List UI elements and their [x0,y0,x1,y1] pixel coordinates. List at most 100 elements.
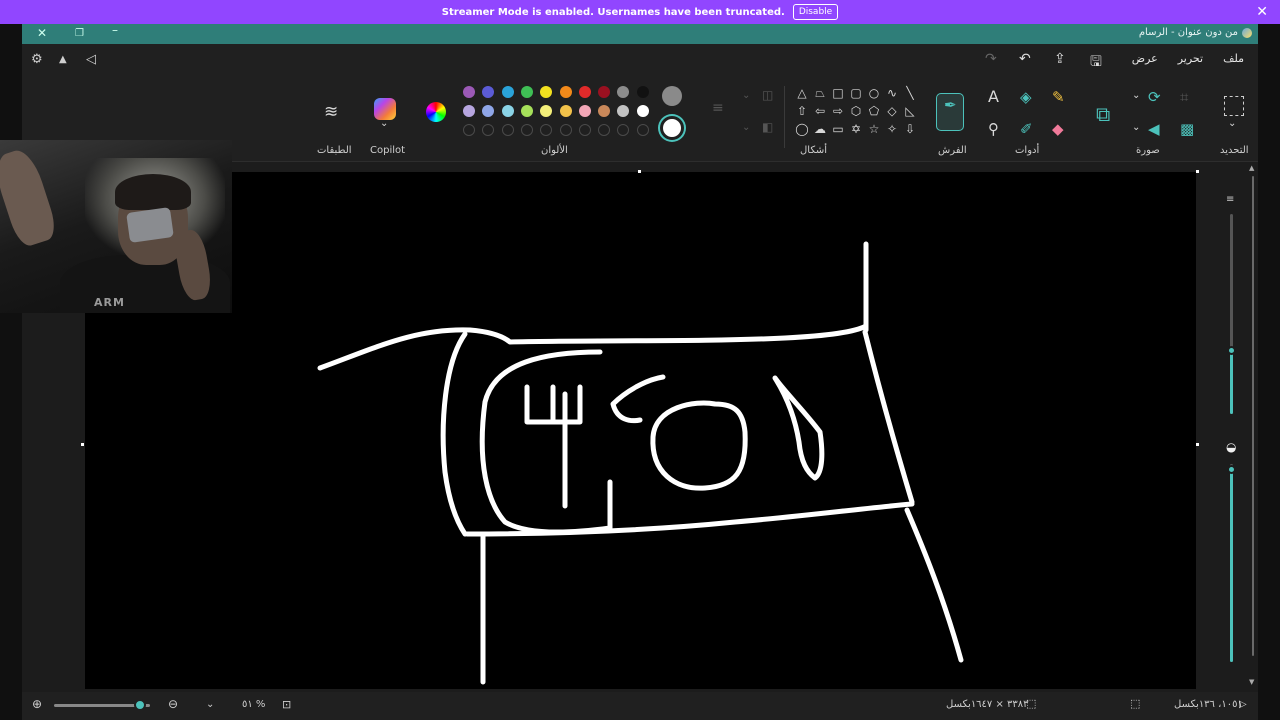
eraser-icon[interactable]: ◆ [1052,120,1064,138]
save-icon[interactable]: 🖫 [1090,51,1102,75]
window-restore-icon[interactable]: ❐ [75,28,84,39]
brush-size-icon[interactable]: ≡ [712,100,724,116]
disable-streamer-mode-button[interactable]: Disable [792,4,839,20]
palette-swatch-row2-5[interactable] [540,105,553,117]
palette-swatch-row1-10[interactable] [636,86,649,98]
resize-handle-left[interactable] [81,443,84,446]
copilot-icon[interactable] [374,98,396,120]
zoom-out-icon[interactable]: ⊖ [168,697,178,711]
custom-color-slot-2[interactable] [482,124,495,136]
shape-arrow-left-icon[interactable]: ⇦ [811,102,829,120]
fill-bucket-icon[interactable]: ◈ [1020,88,1032,106]
shape-diamond-icon[interactable]: ◇ [883,102,901,120]
edit-colors-icon[interactable] [426,102,446,122]
shape-circle-callout-icon[interactable]: ◯ [793,120,811,138]
palette-swatch-row2-8[interactable] [598,105,611,117]
shape-oval-icon[interactable]: ○ [865,84,883,102]
shape-star6-icon[interactable]: ✡ [847,120,865,138]
menu-file[interactable]: ملف [1223,52,1244,65]
shape-rectangle-icon[interactable]: □ [829,84,847,102]
shape-outline-chevron-icon[interactable]: ⌄ [742,90,750,101]
resize-handle-top[interactable] [638,170,641,173]
shape-polygon-icon[interactable]: ⏢ [811,84,829,102]
shape-arrow-up-icon[interactable]: ⇧ [793,102,811,120]
banner-close-icon[interactable]: ✕ [1256,4,1268,20]
feedback-icon[interactable]: ◁ [86,52,96,67]
shape-triangle-icon[interactable]: △ [793,84,811,102]
shape-arrow-right-icon[interactable]: ⇨ [829,102,847,120]
flip-icon[interactable]: ◀ [1148,120,1160,138]
rotate-icon[interactable]: ⟳ [1148,88,1161,106]
palette-swatch-row1-9[interactable] [617,86,630,98]
pencil-icon[interactable]: ✎ [1052,88,1065,106]
palette-swatch-row2-7[interactable] [578,105,591,117]
custom-color-slot-1[interactable] [463,124,475,136]
color-picker-icon[interactable]: ✐ [1020,120,1033,138]
stroke-size-slider-thumb[interactable] [1227,346,1236,355]
shape-outline-icon[interactable]: ◫ [762,88,773,102]
shape-cloud-callout-icon[interactable]: ☁ [811,120,829,138]
custom-color-slot-8[interactable] [598,124,611,136]
palette-swatch-row2-6[interactable] [559,105,572,117]
palette-swatch-row1-6[interactable] [559,86,572,98]
window-minimize-icon[interactable]: – [112,23,118,37]
resize-handle-top-right[interactable] [1196,170,1199,173]
account-icon[interactable]: ▲ [59,54,67,65]
settings-gear-icon[interactable]: ⚙ [31,52,43,67]
shape-rounded-rect-icon[interactable]: ▢ [847,84,865,102]
palette-swatch-row2-4[interactable] [520,105,533,117]
palette-swatch-row1-7[interactable] [578,86,591,98]
rotate-chevron-icon[interactable]: ⌄ [1132,90,1140,101]
flip-chevron-icon[interactable]: ⌄ [1132,122,1140,133]
palette-swatch-row1-4[interactable] [520,86,533,98]
shape-right-triangle-icon[interactable]: ◺ [901,102,919,120]
shape-curve-icon[interactable]: ∿ [883,84,901,102]
zoom-slider-thumb[interactable] [134,699,147,711]
layers-icon[interactable]: ≋ [324,102,338,122]
zoom-dropdown-chevron-icon[interactable]: ⌄ [206,699,214,710]
shape-pentagon-icon[interactable]: ⬠ [865,102,883,120]
remove-background-icon[interactable]: ▩ [1180,120,1194,138]
text-tool-icon[interactable]: A [988,87,999,106]
palette-swatch-row2-2[interactable] [482,105,495,117]
shape-fill-icon[interactable]: ◧ [762,120,773,134]
vertical-scrollbar[interactable]: ▲ ▼ [1249,164,1256,686]
selection-rectangle-icon[interactable] [1224,96,1244,116]
copilot-chevron-icon[interactable]: ⌄ [380,118,388,129]
magnifier-icon[interactable]: ⚲ [988,120,999,138]
custom-color-slot-9[interactable] [617,124,630,136]
palette-swatch-row2-3[interactable] [501,105,514,117]
shape-speech-callout-icon[interactable]: ▭ [829,120,847,138]
custom-color-slot-7[interactable] [578,124,591,136]
shape-star5-icon[interactable]: ☆ [865,120,883,138]
shape-arrow-down-icon[interactable]: ⇩ [901,120,919,138]
undo-icon[interactable]: ↶ [1019,51,1031,67]
secondary-color-swatch[interactable] [660,116,684,140]
palette-swatch-row1-2[interactable] [482,86,495,98]
custom-color-slot-6[interactable] [559,124,572,136]
menu-view[interactable]: عرض [1132,52,1158,65]
custom-color-slot-3[interactable] [501,124,514,136]
drawing-canvas[interactable] [85,172,1196,689]
palette-swatch-row1-1[interactable] [463,86,475,98]
zoom-percentage[interactable]: ٥١ % [242,699,265,710]
resize-handle-right[interactable] [1196,443,1199,446]
palette-swatch-row2-9[interactable] [617,105,630,117]
share-icon[interactable]: ⇪ [1054,51,1066,67]
shape-star4-icon[interactable]: ✧ [883,120,901,138]
shape-hexagon-icon[interactable]: ⬡ [847,102,865,120]
custom-color-slot-4[interactable] [520,124,533,136]
selection-chevron-down-icon[interactable]: ⌄ [1228,118,1236,129]
primary-color-swatch[interactable] [662,86,682,106]
palette-swatch-row2-1[interactable] [463,105,475,117]
palette-swatch-row1-5[interactable] [540,86,553,98]
image-resize-icon[interactable]: ⧉ [1096,102,1110,126]
custom-color-slot-10[interactable] [636,124,649,136]
palette-swatch-row1-3[interactable] [501,86,514,98]
redo-icon[interactable]: ↷ [985,51,997,67]
opacity-slider-thumb[interactable] [1227,465,1236,474]
crop-icon[interactable]: ⌗ [1180,88,1188,106]
palette-swatch-row2-10[interactable] [636,105,649,117]
window-close-icon[interactable]: ✕ [37,26,47,40]
fit-to-window-icon[interactable]: ⊡ [282,698,291,711]
